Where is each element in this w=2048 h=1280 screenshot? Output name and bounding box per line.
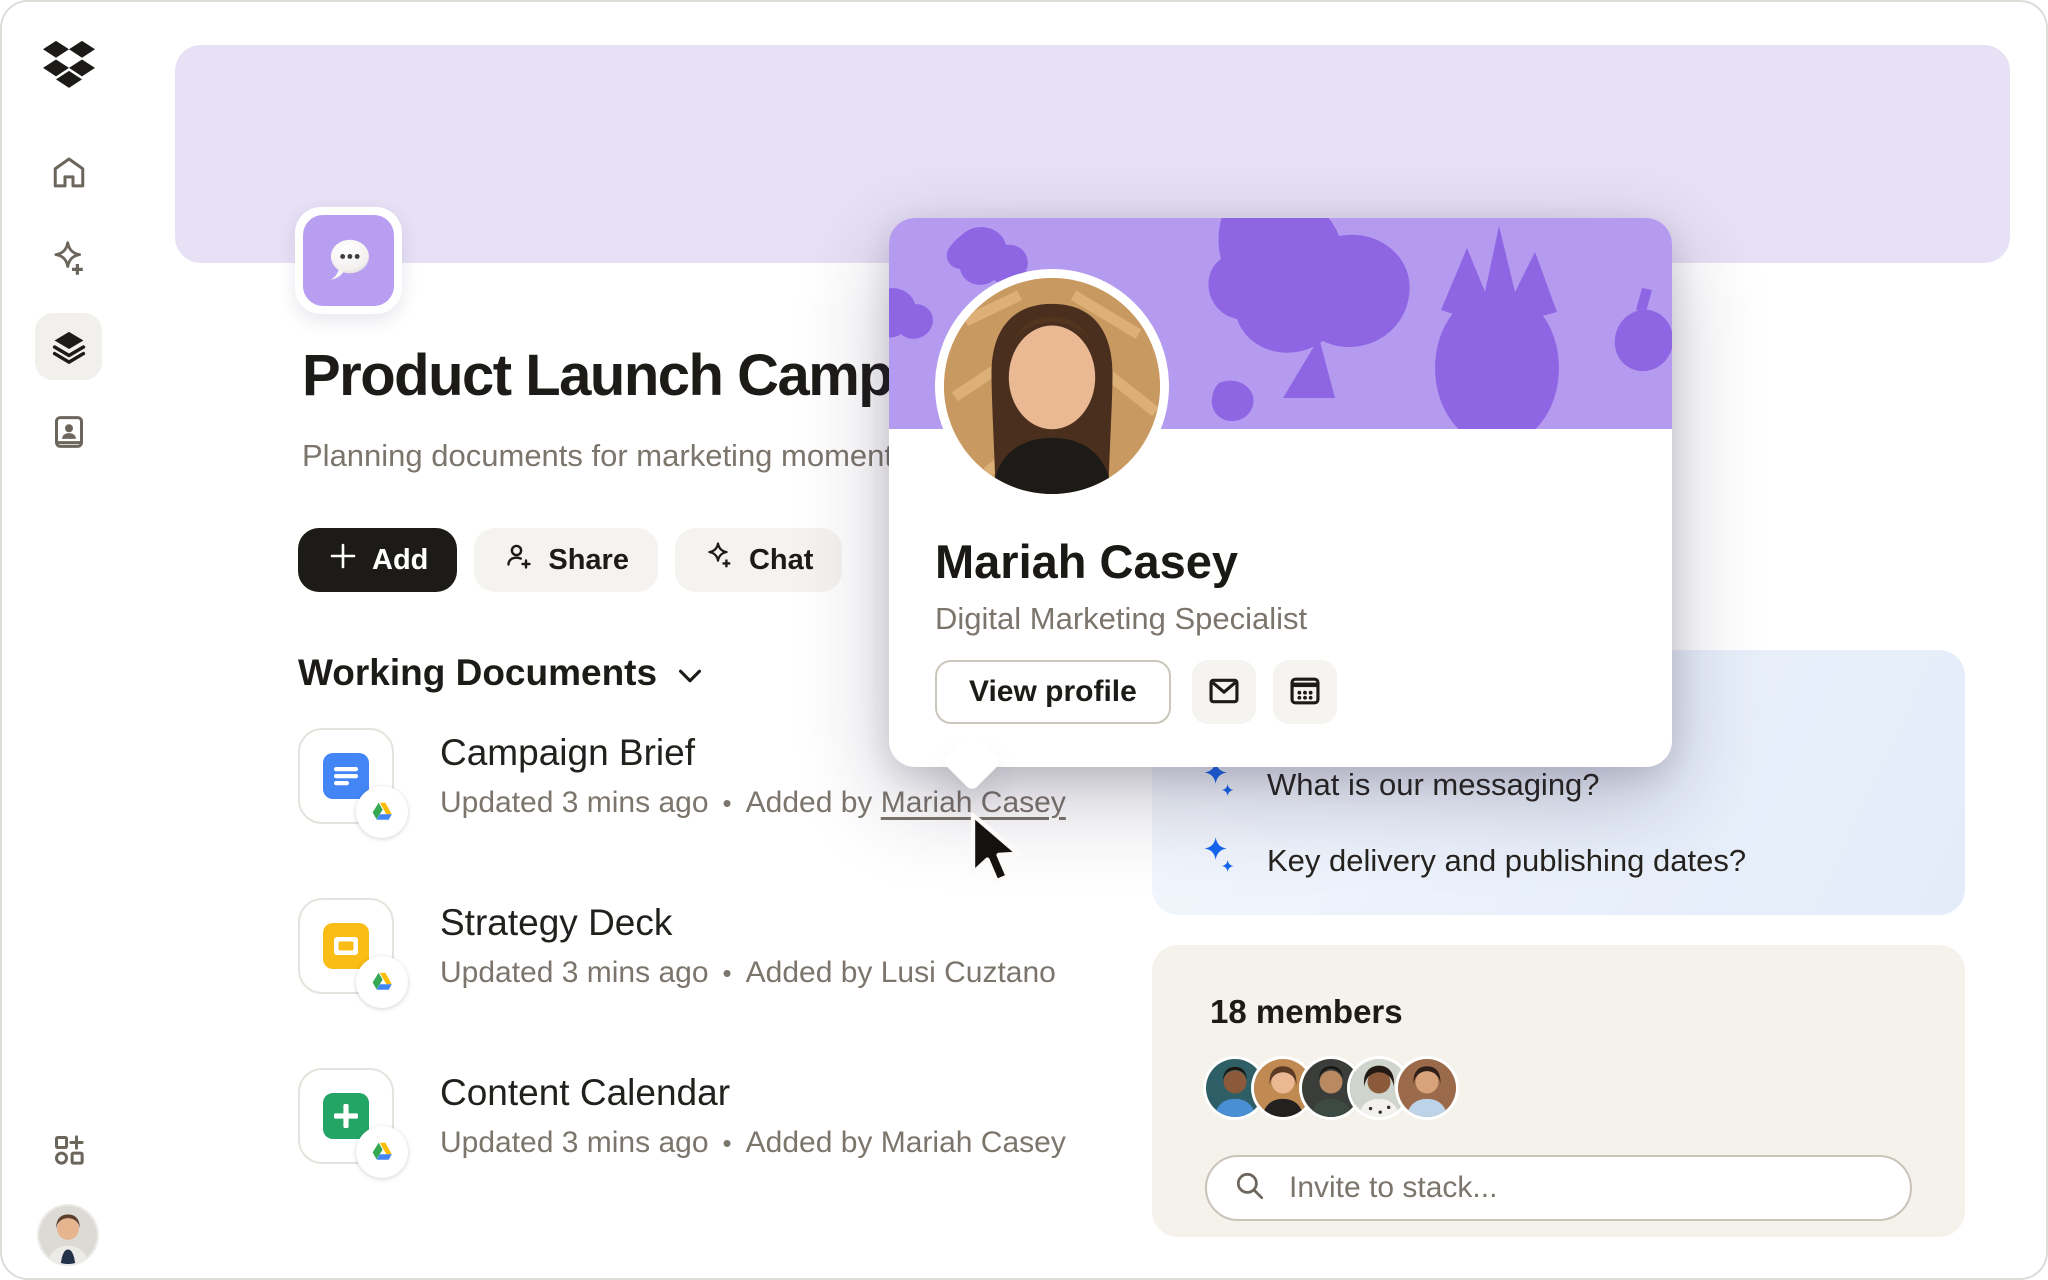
document-meta: Updated 3 mins ago • Added by Mariah Cas… bbox=[440, 1126, 1066, 1160]
google-slides-icon bbox=[298, 898, 394, 994]
document-meta: Updated 3 mins ago • Added by Mariah Cas… bbox=[440, 786, 1066, 820]
profile-hover-card: Mariah Casey Digital Marketing Specialis… bbox=[889, 218, 1672, 767]
google-sheets-icon bbox=[298, 1068, 394, 1164]
search-icon bbox=[1233, 1169, 1267, 1208]
profile-card-actions: View profile bbox=[935, 660, 1337, 724]
google-docs-icon bbox=[298, 728, 394, 824]
blue-sparkle-icon bbox=[1199, 836, 1239, 885]
calendar-icon bbox=[1287, 673, 1323, 712]
sidebar-item-home[interactable] bbox=[35, 140, 102, 207]
document-row[interactable]: Content Calendar Updated 3 mins ago • Ad… bbox=[298, 1068, 1066, 1164]
stack-actions: Add Share Chat bbox=[298, 528, 842, 592]
dropbox-logo-icon[interactable] bbox=[35, 30, 102, 97]
add-button[interactable]: Add bbox=[298, 528, 457, 592]
plus-icon bbox=[327, 540, 359, 580]
working-documents-list: Campaign Brief Updated 3 mins ago • Adde… bbox=[298, 728, 1066, 1238]
stack-emoji-tile[interactable] bbox=[295, 207, 402, 314]
google-drive-badge-icon bbox=[356, 956, 408, 1008]
view-profile-button[interactable]: View profile bbox=[935, 660, 1171, 724]
google-drive-badge-icon bbox=[356, 786, 408, 838]
sidebar-item-contacts[interactable] bbox=[35, 398, 102, 465]
document-meta: Updated 3 mins ago • Added by Lusi Cuzta… bbox=[440, 956, 1056, 990]
chevron-down-icon bbox=[677, 652, 703, 694]
blue-sparkle-icon bbox=[1199, 760, 1239, 809]
person-add-icon bbox=[503, 540, 535, 580]
sidebar-item-stacks[interactable] bbox=[35, 313, 102, 380]
members-count: 18 members bbox=[1210, 993, 1403, 1031]
sidebar bbox=[2, 2, 135, 1278]
document-title[interactable]: Content Calendar bbox=[440, 1072, 1066, 1114]
dropbox-app-window: Product Launch Campaign Planning documen… bbox=[0, 0, 2048, 1280]
profile-photo bbox=[935, 269, 1169, 503]
google-drive-badge-icon bbox=[356, 1126, 408, 1178]
document-row[interactable]: Strategy Deck Updated 3 mins ago • Added… bbox=[298, 898, 1066, 994]
chat-button[interactable]: Chat bbox=[675, 528, 842, 592]
page-subtitle: Planning documents for marketing moments bbox=[302, 438, 909, 474]
sidebar-item-ai-sparkle-icon[interactable] bbox=[35, 225, 102, 292]
speech-balloon-icon bbox=[303, 215, 394, 306]
profile-name: Mariah Casey bbox=[935, 534, 1238, 589]
invite-input[interactable] bbox=[1287, 1170, 1884, 1206]
document-title[interactable]: Strategy Deck bbox=[440, 902, 1056, 944]
email-button[interactable] bbox=[1192, 660, 1256, 724]
share-button[interactable]: Share bbox=[474, 528, 658, 592]
envelope-icon bbox=[1206, 673, 1242, 712]
sidebar-user-avatar[interactable] bbox=[39, 1206, 97, 1264]
members-panel: 18 members bbox=[1152, 945, 1965, 1237]
working-documents-heading[interactable]: Working Documents bbox=[298, 652, 703, 694]
added-by-link[interactable]: Mariah Casey bbox=[881, 786, 1066, 819]
suggestion-item[interactable]: What is our messaging? bbox=[1199, 760, 1600, 809]
member-avatar[interactable] bbox=[1398, 1059, 1456, 1117]
suggestion-item[interactable]: Key delivery and publishing dates? bbox=[1199, 836, 1746, 885]
profile-role: Digital Marketing Specialist bbox=[935, 601, 1307, 637]
invite-to-stack-field[interactable] bbox=[1205, 1155, 1912, 1221]
calendar-button[interactable] bbox=[1273, 660, 1337, 724]
sparkle-add-icon bbox=[704, 540, 736, 580]
sidebar-item-apps-grid-icon[interactable] bbox=[35, 1116, 102, 1183]
member-avatars[interactable] bbox=[1206, 1059, 1456, 1117]
